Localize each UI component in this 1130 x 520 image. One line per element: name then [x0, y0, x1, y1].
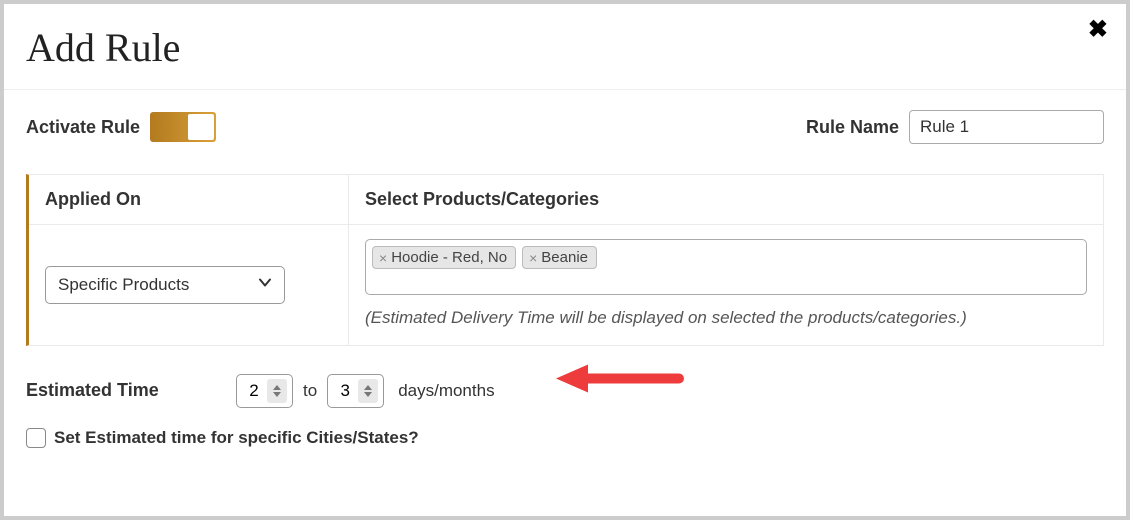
- chevron-down-icon: [364, 392, 372, 397]
- estimated-time-row: Estimated Time to days/months: [4, 346, 1126, 416]
- select-products-header: Select Products/Categories: [349, 175, 1103, 224]
- rule-name-input[interactable]: [909, 110, 1104, 144]
- estimated-from-input[interactable]: [237, 381, 265, 401]
- stepper-buttons[interactable]: [358, 379, 378, 403]
- close-icon[interactable]: ✖: [1088, 18, 1108, 42]
- estimated-unit-label: days/months: [398, 381, 494, 401]
- chevron-up-icon: [364, 385, 372, 390]
- product-tag-input[interactable]: × Hoodie - Red, No × Beanie: [365, 239, 1087, 295]
- tag-remove-icon[interactable]: ×: [377, 250, 389, 266]
- dialog-title: Add Rule: [26, 24, 1104, 71]
- tag-remove-icon[interactable]: ×: [527, 250, 539, 266]
- estimated-to-input[interactable]: [328, 381, 356, 401]
- estimated-from-stepper[interactable]: [236, 374, 293, 408]
- product-tag: × Beanie: [522, 246, 597, 269]
- estimated-to-stepper[interactable]: [327, 374, 384, 408]
- cities-checkbox[interactable]: [26, 428, 46, 448]
- applied-on-select[interactable]: Specific Products: [45, 266, 285, 304]
- stepper-buttons[interactable]: [267, 379, 287, 403]
- applied-on-select-wrap: Specific Products: [45, 266, 285, 304]
- dialog-header: Add Rule ✖: [4, 4, 1126, 90]
- products-hint-text: (Estimated Delivery Time will be display…: [365, 305, 1087, 331]
- tag-label: Beanie: [541, 249, 588, 266]
- applied-on-header: Applied On: [29, 175, 349, 224]
- cities-checkbox-label: Set Estimated time for specific Cities/S…: [54, 428, 419, 448]
- rule-name-label: Rule Name: [806, 117, 899, 138]
- applied-on-body-row: Specific Products × Hoodie - Red, No ×: [29, 225, 1103, 345]
- to-separator: to: [303, 381, 317, 401]
- applied-on-section: Applied On Select Products/Categories Sp…: [26, 174, 1104, 346]
- applied-on-header-row: Applied On Select Products/Categories: [29, 175, 1103, 225]
- activate-rule-label: Activate Rule: [26, 117, 140, 138]
- chevron-down-icon: [273, 392, 281, 397]
- top-row: Activate Rule Rule Name: [4, 90, 1126, 174]
- tag-label: Hoodie - Red, No: [391, 249, 507, 266]
- rule-name-group: Rule Name: [806, 110, 1104, 144]
- annotation-arrow-icon: [554, 358, 684, 403]
- cities-checkbox-row: Set Estimated time for specific Cities/S…: [4, 416, 1126, 456]
- toggle-knob: [188, 114, 214, 140]
- chevron-up-icon: [273, 385, 281, 390]
- activate-rule-toggle[interactable]: [150, 112, 216, 142]
- product-tag: × Hoodie - Red, No: [372, 246, 516, 269]
- activate-rule-group: Activate Rule: [26, 112, 216, 142]
- estimated-time-label: Estimated Time: [26, 380, 226, 401]
